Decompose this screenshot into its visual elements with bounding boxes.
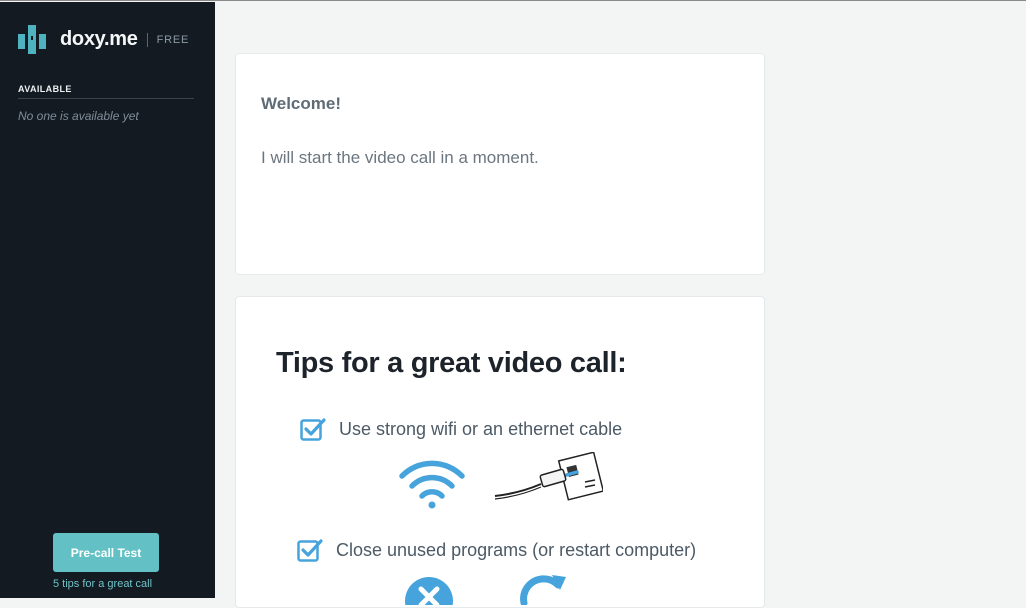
welcome-message: I will start the video call in a moment.: [261, 148, 539, 167]
ethernet-cable-icon: [494, 452, 603, 501]
checkbox-checked-icon: [297, 539, 323, 562]
available-empty-message: No one is available yet: [18, 109, 139, 123]
tips-title: Tips for a great video call:: [276, 347, 627, 379]
brand[interactable]: doxy.me FREE: [18, 22, 189, 56]
close-icon: [405, 577, 453, 605]
restart-icon: [520, 575, 566, 605]
available-heading: AVAILABLE: [18, 84, 194, 99]
welcome-title: Welcome!: [261, 94, 341, 113]
doxy-logo-icon: [18, 25, 46, 54]
tip-text: Use strong wifi or an ethernet cable: [339, 418, 623, 439]
sidebar: doxy.me FREE AVAILABLE No one is availab…: [0, 2, 215, 598]
tip-text: Close unused programs (or restart comput…: [336, 539, 697, 560]
tips-link[interactable]: 5 tips for a great call: [53, 578, 152, 590]
welcome-card: Welcome! I will start the video call in …: [235, 53, 765, 275]
plan-badge: FREE: [156, 34, 190, 46]
wifi-icon: [399, 460, 465, 509]
brand-divider: [146, 33, 148, 47]
brand-name: doxy.me: [60, 27, 138, 50]
tip-item: Close unused programs (or restart comput…: [297, 538, 696, 562]
tip-item: Use strong wifi or an ethernet cable: [300, 417, 622, 441]
precall-test-button[interactable]: Pre-call Test: [53, 533, 159, 572]
checkbox-checked-icon: [300, 418, 326, 441]
tips-card: Tips for a great video call: Use strong …: [235, 296, 765, 608]
